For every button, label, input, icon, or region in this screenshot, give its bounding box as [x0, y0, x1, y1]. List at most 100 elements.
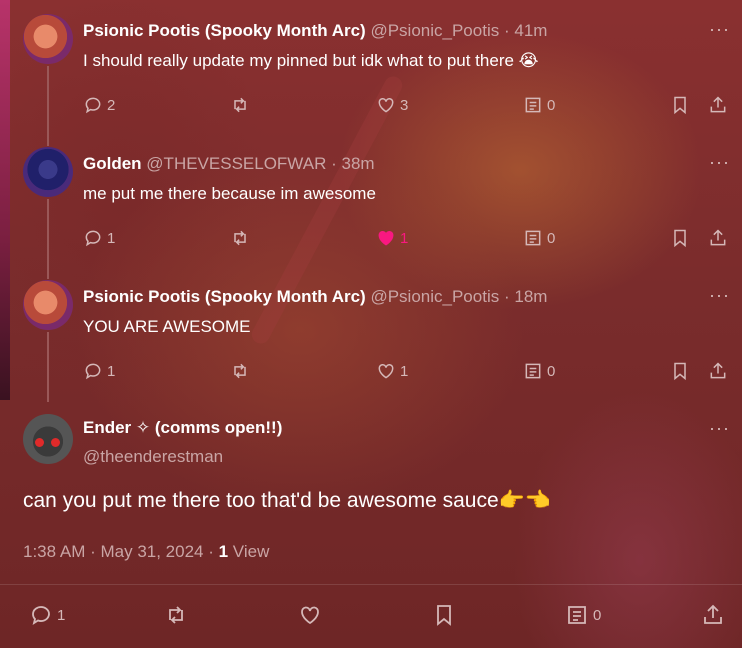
- views-icon: [525, 230, 541, 246]
- thread-line: [47, 332, 49, 402]
- reply-header: Psionic Pootis (Spooky Month Arc) @Psion…: [83, 287, 547, 307]
- reply-count: 2: [107, 96, 116, 114]
- views-label: View: [228, 542, 270, 561]
- like-count: 3: [400, 96, 409, 114]
- reply-button[interactable]: 2: [83, 93, 115, 117]
- views-count: 0: [593, 606, 602, 624]
- reply-icon: [32, 606, 50, 625]
- reply-text: YOU ARE AWESOME: [83, 317, 251, 336]
- more-icon[interactable]: ···: [709, 20, 729, 38]
- bookmark-button[interactable]: [670, 359, 690, 383]
- reply-button[interactable]: 1: [83, 226, 115, 250]
- separator-dot: ·: [503, 287, 510, 306]
- bookmark-button[interactable]: [670, 226, 690, 250]
- repost-icon: [234, 363, 246, 379]
- timestamp[interactable]: 18m: [514, 287, 547, 306]
- repost-icon: [234, 230, 246, 246]
- action-bar: 2 3 0: [83, 93, 733, 117]
- like-button[interactable]: [298, 603, 322, 627]
- share-button[interactable]: [701, 603, 725, 627]
- reply-button[interactable]: 1: [29, 603, 65, 627]
- reply-button[interactable]: 1: [83, 359, 115, 383]
- bookmark-button[interactable]: [432, 603, 456, 627]
- repost-button[interactable]: [164, 603, 188, 627]
- bookmark-icon: [674, 229, 686, 248]
- separator-dot: ·: [503, 21, 510, 40]
- bookmark-icon: [437, 605, 451, 626]
- more-icon[interactable]: ···: [709, 286, 729, 304]
- post-meta: 1:38 AM · May 31, 2024 · 1 View: [23, 542, 269, 562]
- views-count: 1: [218, 542, 229, 561]
- like-button[interactable]: 3: [376, 93, 408, 117]
- divider: [0, 584, 742, 585]
- repost-button[interactable]: [230, 359, 250, 383]
- like-icon: [301, 606, 319, 625]
- like-icon: [378, 363, 394, 379]
- user-handle[interactable]: @theenderestman: [83, 447, 223, 467]
- timestamp[interactable]: 38m: [341, 154, 374, 173]
- user-handle[interactable]: @Psionic_Pootis: [370, 21, 499, 40]
- action-bar: 1 1 0: [83, 226, 733, 250]
- like-icon: [378, 97, 394, 113]
- reply-icon: [85, 97, 101, 114]
- views-icon: [525, 97, 541, 113]
- avatar[interactable]: [23, 14, 73, 64]
- bookmark-icon: [674, 362, 686, 381]
- bookmark-button[interactable]: [670, 93, 690, 117]
- views-button[interactable]: 0: [523, 359, 555, 383]
- post-timestamp[interactable]: 1:38 AM · May 31, 2024 ·: [23, 542, 219, 561]
- views-button[interactable]: 0: [523, 226, 555, 250]
- like-icon: [378, 230, 394, 246]
- more-icon[interactable]: ···: [709, 419, 729, 437]
- reply-icon: [85, 230, 101, 247]
- user-handle[interactable]: @THEVESSELOFWAR: [146, 154, 326, 173]
- avatar[interactable]: [23, 147, 73, 197]
- reply-text: I should really update my pinned but idk…: [83, 51, 539, 70]
- share-button[interactable]: [708, 226, 728, 250]
- share-icon: [704, 604, 722, 624]
- more-icon[interactable]: ···: [709, 153, 729, 171]
- reply-header: Golden @THEVESSELOFWAR · 38m: [83, 154, 375, 174]
- reply-icon: [85, 363, 101, 380]
- reply-text: me put me there because im awesome: [83, 184, 376, 203]
- display-name[interactable]: Ender ✧ (comms open!!): [83, 418, 282, 438]
- post-text: can you put me there too that'd be aweso…: [23, 489, 551, 512]
- like-count: 1: [400, 229, 409, 247]
- reply-count: 1: [107, 362, 116, 380]
- views-count: 0: [547, 96, 556, 114]
- repost-icon: [169, 606, 183, 624]
- reply-count: 1: [57, 606, 66, 624]
- share-icon: [710, 229, 726, 246]
- separator-dot: ·: [331, 154, 337, 173]
- action-bar: 1 0: [23, 603, 733, 631]
- views-icon: [568, 606, 586, 624]
- repost-icon: [234, 97, 246, 113]
- like-button[interactable]: 1: [376, 359, 408, 383]
- bookmark-icon: [674, 96, 686, 115]
- thread-line: [47, 66, 49, 146]
- share-icon: [710, 96, 726, 113]
- action-bar: 1 1 0: [83, 359, 733, 383]
- avatar[interactable]: [23, 414, 73, 464]
- timestamp[interactable]: 41m: [514, 21, 547, 40]
- like-button[interactable]: 1: [376, 226, 408, 250]
- user-handle[interactable]: @Psionic_Pootis: [370, 287, 499, 306]
- display-name[interactable]: Psionic Pootis (Spooky Month Arc): [83, 21, 366, 40]
- display-name[interactable]: Psionic Pootis (Spooky Month Arc): [83, 287, 366, 306]
- share-button[interactable]: [708, 359, 728, 383]
- share-button[interactable]: [708, 93, 728, 117]
- thread-line: [47, 199, 49, 279]
- views-count: 0: [547, 362, 556, 380]
- views-button[interactable]: 0: [565, 603, 601, 627]
- views-count: 0: [547, 229, 556, 247]
- tweet-thread: Psionic Pootis (Spooky Month Arc) @Psion…: [0, 0, 742, 648]
- display-name[interactable]: Golden: [83, 154, 142, 173]
- avatar[interactable]: [23, 280, 73, 330]
- views-button[interactable]: 0: [523, 93, 555, 117]
- views-icon: [525, 363, 541, 379]
- reply-count: 1: [107, 229, 116, 247]
- share-icon: [710, 362, 726, 379]
- like-count: 1: [400, 362, 409, 380]
- repost-button[interactable]: [230, 226, 250, 250]
- repost-button[interactable]: [230, 93, 250, 117]
